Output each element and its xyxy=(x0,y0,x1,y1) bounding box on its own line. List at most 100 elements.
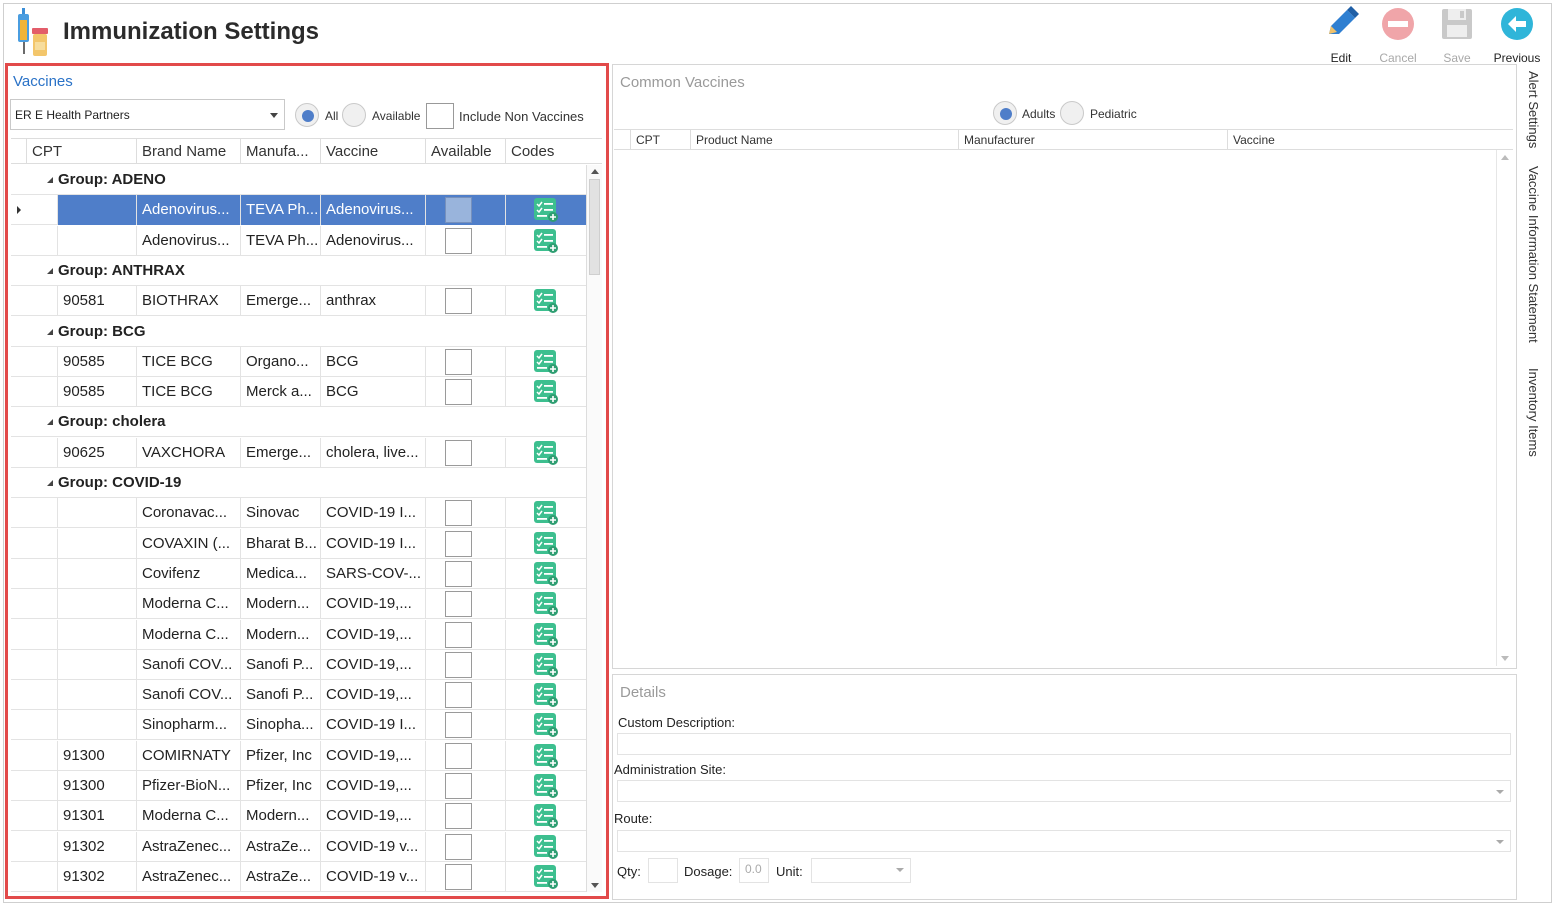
vaccine-row[interactable]: 90585 TICE BCG Organo... BCG xyxy=(11,346,586,377)
group-row[interactable]: Group: COVID-19 xyxy=(11,468,586,498)
save-button[interactable]: Save xyxy=(1431,4,1483,65)
collapse-triangle-icon[interactable] xyxy=(47,328,53,335)
collapse-triangle-icon[interactable] xyxy=(47,177,53,183)
group-row[interactable]: Group: ANTHRAX xyxy=(11,256,586,286)
scroll-thumb[interactable] xyxy=(589,179,600,275)
available-checkbox[interactable] xyxy=(445,621,472,648)
codes-list-icon[interactable] xyxy=(534,531,558,556)
cv-col-manufacturer[interactable]: Manufacturer xyxy=(958,130,1227,150)
col-brand-name[interactable]: Brand Name xyxy=(136,139,240,164)
available-checkbox[interactable] xyxy=(445,288,472,315)
available-checkbox[interactable] xyxy=(445,712,472,739)
vaccine-row[interactable]: 91300 Pfizer-BioN... Pfizer, Inc COVID-19,.… xyxy=(11,771,586,801)
codes-list-icon[interactable] xyxy=(534,349,558,374)
pediatric-radio[interactable] xyxy=(1060,101,1084,125)
vaccine-row[interactable]: Sanofi COV... Sanofi P... COVID-19,... xyxy=(11,680,586,711)
vaccine-row[interactable]: 90585 TICE BCG Merck a... BCG xyxy=(11,377,586,408)
scroll-down-icon[interactable] xyxy=(591,883,599,888)
available-checkbox[interactable] xyxy=(445,591,472,618)
collapse-triangle-icon[interactable] xyxy=(47,267,53,274)
previous-button[interactable]: Previous xyxy=(1491,4,1543,65)
vaccine-row[interactable]: 91301 Moderna C... Modern... COVID-19,... xyxy=(11,801,586,832)
qty-input[interactable] xyxy=(648,858,678,883)
codes-list-icon[interactable] xyxy=(534,774,558,798)
codes-list-icon[interactable] xyxy=(534,743,558,768)
group-row[interactable]: Group: ADENO xyxy=(11,165,586,195)
col-manufacturer[interactable]: Manufa... xyxy=(240,139,320,164)
available-checkbox[interactable] xyxy=(445,833,472,860)
vaccine-row[interactable]: 91302 AstraZenec... AstraZe... COVID-19 v..… xyxy=(11,861,586,892)
vaccine-row[interactable]: 90625 VAXCHORA Emerge... cholera, live... xyxy=(11,437,586,468)
custom-description-input[interactable] xyxy=(617,733,1511,755)
vaccine-row[interactable]: Moderna C... Modern... COVID-19,... xyxy=(11,589,586,620)
group-row[interactable]: Group: BCG xyxy=(11,317,586,347)
available-checkbox[interactable] xyxy=(445,348,472,375)
codes-list-icon[interactable] xyxy=(534,228,558,253)
available-checkbox[interactable] xyxy=(445,560,472,587)
codes-list-icon[interactable] xyxy=(534,592,558,617)
vaccine-row[interactable]: Adenovirus... TEVA Ph... Adenovirus... xyxy=(11,225,586,256)
codes-list-icon[interactable] xyxy=(534,652,558,677)
scroll-up-icon[interactable] xyxy=(1501,155,1509,160)
practice-dropdown[interactable]: ER E Health Partners xyxy=(10,99,285,130)
admin-site-dropdown[interactable] xyxy=(617,780,1511,802)
collapse-triangle-icon[interactable] xyxy=(47,480,53,486)
scroll-down-icon[interactable] xyxy=(1501,656,1509,661)
available-checkbox[interactable] xyxy=(445,682,472,709)
vaccine-row[interactable]: 90581 BIOTHRAX Emerge... anthrax xyxy=(11,286,586,317)
available-checkbox[interactable] xyxy=(445,439,472,466)
vaccine-row[interactable]: Sanofi COV... Sanofi P... COVID-19,... xyxy=(11,649,586,680)
col-cpt[interactable]: CPT xyxy=(26,139,136,164)
row-header[interactable] xyxy=(11,195,29,225)
cv-col-product-name[interactable]: Product Name xyxy=(690,130,958,150)
vaccine-row[interactable]: 91302 AstraZenec... AstraZe... COVID-19 v..… xyxy=(11,831,586,862)
scroll-up-icon[interactable] xyxy=(591,169,599,174)
codes-list-icon[interactable] xyxy=(534,804,558,829)
vaccine-row[interactable]: 91300 COMIRNATY Pfizer, Inc COVID-19,... xyxy=(11,740,586,771)
filter-available-radio[interactable] xyxy=(342,103,366,127)
tab-vaccine-information-statement[interactable]: Vaccine Information Statement xyxy=(1526,166,1541,343)
codes-list-icon[interactable] xyxy=(534,683,558,708)
available-checkbox[interactable] xyxy=(445,227,472,254)
unit-dropdown[interactable] xyxy=(811,858,911,883)
codes-list-icon[interactable] xyxy=(534,864,558,889)
codes-list-icon[interactable] xyxy=(534,561,558,586)
codes-list-icon[interactable] xyxy=(534,440,558,465)
edit-button[interactable]: Edit xyxy=(1315,4,1367,65)
vaccine-row[interactable]: COVAXIN (... Bharat B... COVID-19 I... xyxy=(11,528,586,559)
common-grid-scrollbar[interactable] xyxy=(1496,150,1512,666)
vaccines-scrollbar[interactable] xyxy=(586,165,602,892)
vaccine-row[interactable]: Adenovirus... TEVA Ph... Adenovirus... xyxy=(11,195,586,226)
codes-list-icon[interactable] xyxy=(534,289,558,314)
col-available[interactable]: Available xyxy=(425,139,505,164)
tab-inventory-items[interactable]: Inventory Items xyxy=(1526,368,1541,457)
available-checkbox[interactable] xyxy=(445,197,472,224)
filter-all-radio[interactable] xyxy=(295,103,319,127)
codes-list-icon[interactable] xyxy=(534,501,558,526)
vaccine-row[interactable]: Moderna C... Modern... COVID-19,... xyxy=(11,619,586,650)
cancel-button[interactable]: Cancel xyxy=(1372,4,1424,65)
include-non-vaccines-checkbox[interactable] xyxy=(426,103,454,129)
available-checkbox[interactable] xyxy=(445,803,472,830)
dosage-input[interactable]: 0.0 xyxy=(739,858,769,883)
vaccine-row[interactable]: Coronavac... Sinovac COVID-19 I... xyxy=(11,498,586,529)
cv-col-vaccine[interactable]: Vaccine xyxy=(1227,130,1497,150)
collapse-triangle-icon[interactable] xyxy=(47,419,53,426)
col-vaccine[interactable]: Vaccine xyxy=(320,139,425,164)
group-row[interactable]: Group: cholera xyxy=(11,407,586,438)
available-checkbox[interactable] xyxy=(445,379,472,406)
available-checkbox[interactable] xyxy=(445,651,472,678)
codes-list-icon[interactable] xyxy=(534,834,558,859)
vaccine-row[interactable]: Sinopharm... Sinopha... COVID-19 I... xyxy=(11,710,586,741)
codes-list-icon[interactable] xyxy=(534,380,558,405)
route-dropdown[interactable] xyxy=(617,830,1511,852)
available-checkbox[interactable] xyxy=(445,863,472,890)
codes-list-icon[interactable] xyxy=(534,622,558,647)
tab-alert-settings[interactable]: Alert Settings xyxy=(1526,71,1541,148)
adults-radio[interactable] xyxy=(993,101,1017,125)
available-checkbox[interactable] xyxy=(445,530,472,557)
available-checkbox[interactable] xyxy=(445,773,472,799)
available-checkbox[interactable] xyxy=(445,500,472,527)
vaccine-row[interactable]: Covifenz Medica... SARS-COV-... xyxy=(11,558,586,589)
col-codes[interactable]: Codes xyxy=(505,139,586,164)
